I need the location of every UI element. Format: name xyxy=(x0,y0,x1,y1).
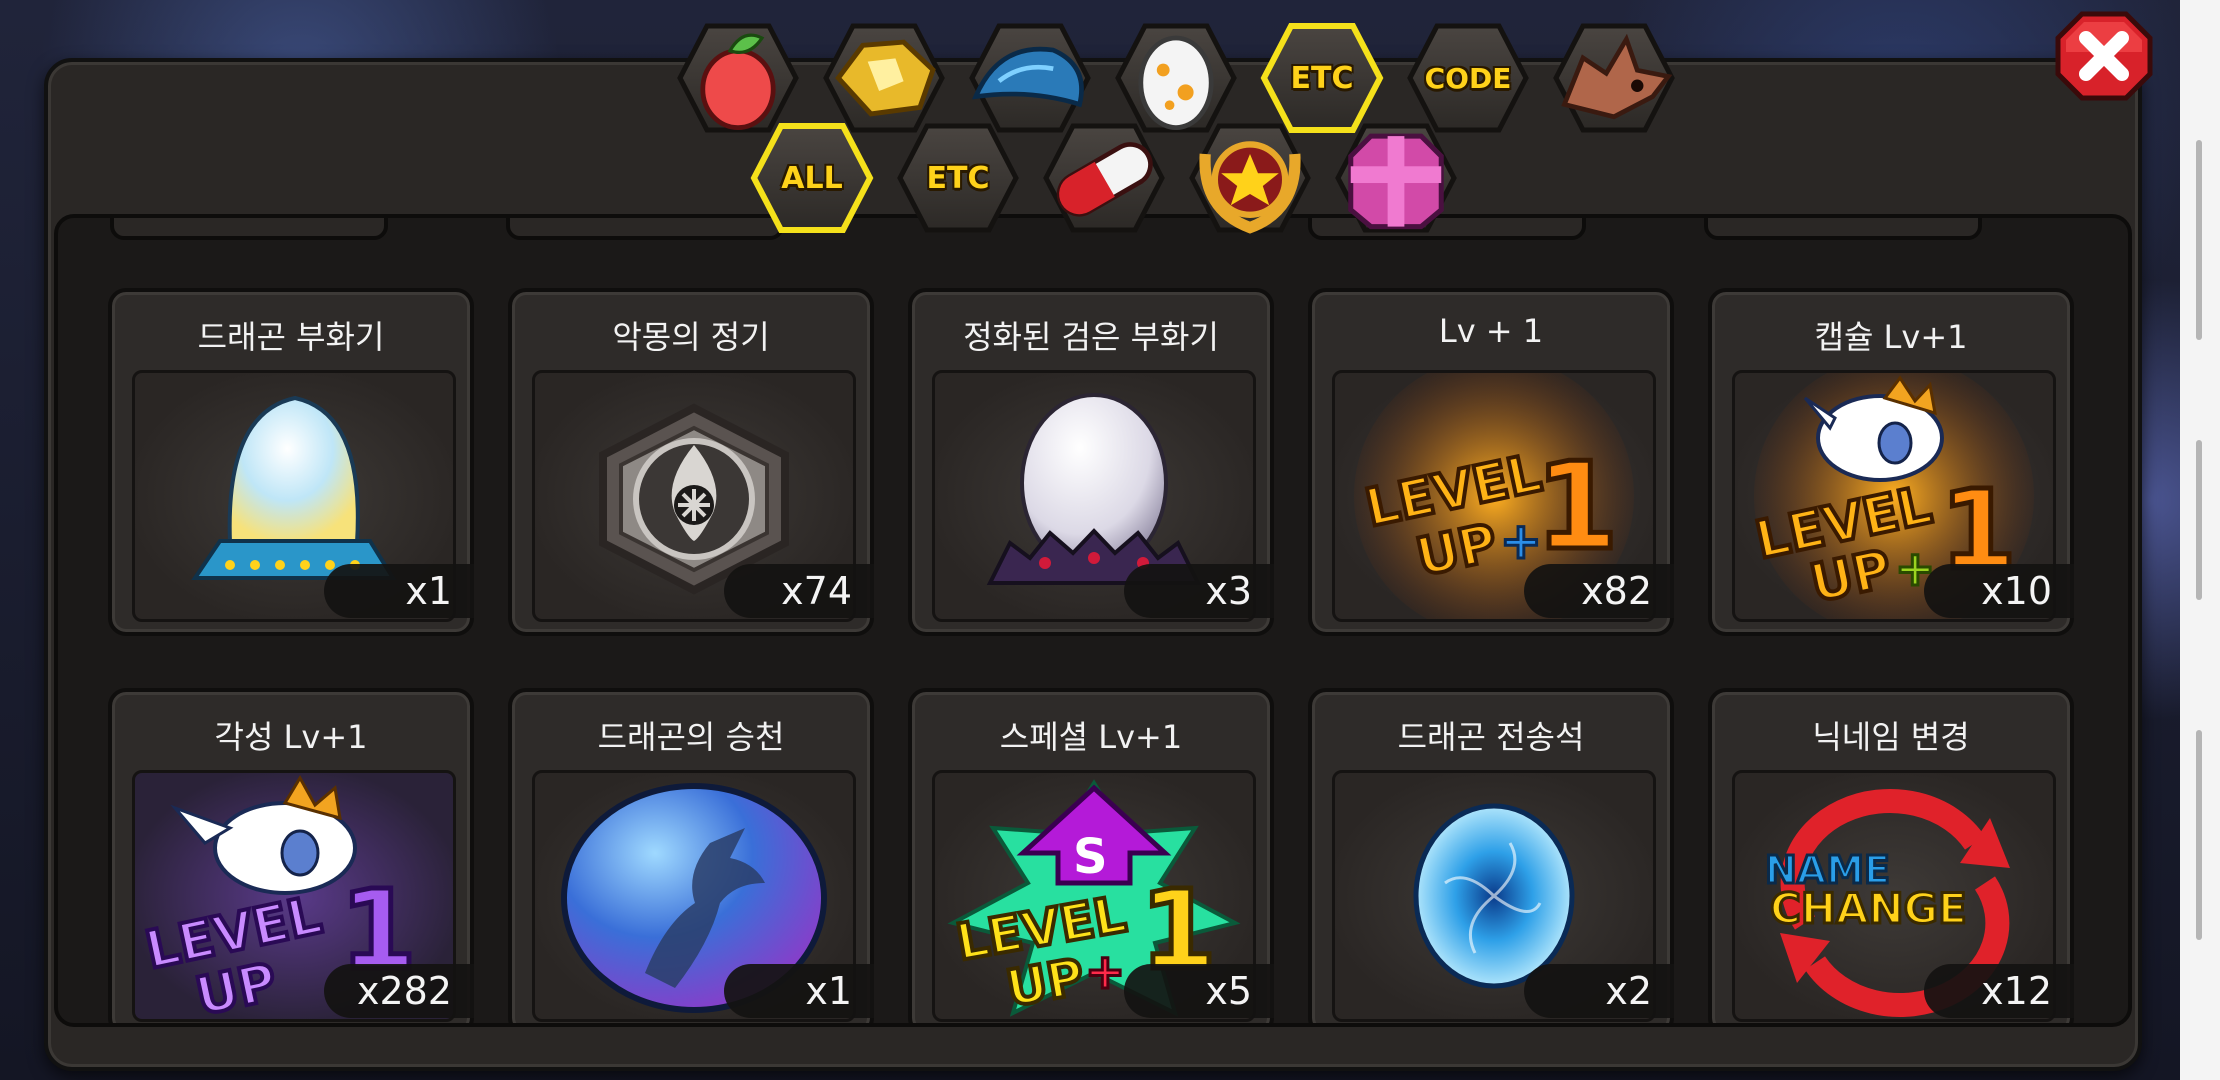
item-title: 캡슐 Lv+1 xyxy=(1814,318,1968,356)
item-card[interactable]: 드래곤 전송석 x2 xyxy=(1308,688,1674,1023)
tab-dragon-head[interactable] xyxy=(1552,22,1676,134)
item-title: 드래곤 전송석 xyxy=(1397,718,1585,756)
item-art-change-text: CHANGE xyxy=(1770,884,1967,933)
item-grid[interactable]: 드래곤 부화기 x1 악몽의 정기 x74 정화된 검은 부화기 x3 Lv +… xyxy=(54,214,2132,1027)
tab-label: CODE xyxy=(1424,61,1512,95)
scrollbar-thumb[interactable] xyxy=(2196,730,2202,940)
tab-label: ETC xyxy=(1290,60,1354,96)
tab-code[interactable]: CODE xyxy=(1406,22,1530,134)
item-card[interactable]: 정화된 검은 부화기 x3 xyxy=(908,288,1274,636)
tab-etc-top[interactable]: ETC xyxy=(1260,22,1384,134)
tab-gift-box[interactable] xyxy=(1334,122,1458,234)
item-art-plus-text: + xyxy=(1085,944,1125,1000)
egg-icon xyxy=(1114,22,1238,134)
gift-box-icon xyxy=(1334,122,1458,234)
scrollbar-thumb[interactable] xyxy=(2196,440,2202,600)
fruit-icon xyxy=(676,22,800,134)
tab-dragon-scale[interactable] xyxy=(968,22,1092,134)
item-quantity: x282 xyxy=(324,964,474,1018)
tab-all[interactable]: ALL xyxy=(750,122,874,234)
item-title: 각성 Lv+1 xyxy=(214,718,368,756)
item-quantity: x74 xyxy=(724,564,874,618)
item-card[interactable]: 스페셜 Lv+1 S LEVEL UP + 1 x5 xyxy=(908,688,1274,1023)
item-card[interactable]: 캡슐 Lv+1 LEVEL UP + 1 x10 xyxy=(1708,288,2074,636)
tab-label: ALL xyxy=(781,160,843,196)
previous-row-card xyxy=(506,218,784,240)
item-art-up-text: UP xyxy=(1002,948,1088,1019)
item-quantity: x10 xyxy=(1924,564,2074,618)
item-quantity: x2 xyxy=(1524,964,1674,1018)
tab-capsule[interactable] xyxy=(1042,122,1166,234)
item-title: 정화된 검은 부화기 xyxy=(963,318,1219,356)
item-title: 악몽의 정기 xyxy=(612,318,770,356)
item-quantity: x5 xyxy=(1124,964,1274,1018)
close-button[interactable] xyxy=(2054,8,2154,104)
tab-gold[interactable] xyxy=(822,22,946,134)
blue-scale-icon xyxy=(968,22,1092,134)
item-card[interactable]: 닉네임 변경 NAME CHANGE x12 xyxy=(1708,688,2074,1023)
item-quantity: x3 xyxy=(1124,564,1274,618)
item-card[interactable]: 드래곤의 승천 x1 xyxy=(508,688,874,1023)
tab-label: ETC xyxy=(926,160,990,196)
tab-etc-sub[interactable]: ETC xyxy=(896,122,1020,234)
capsule-pill-icon xyxy=(1042,122,1166,234)
item-title: 드래곤 부화기 xyxy=(197,318,385,356)
previous-row-card xyxy=(110,218,388,240)
item-quantity: x82 xyxy=(1524,564,1674,618)
tab-star-medal[interactable] xyxy=(1188,122,1312,234)
item-art-special-s-text: S xyxy=(1073,829,1108,885)
star-medal-icon xyxy=(1188,122,1312,234)
item-title: Lv + 1 xyxy=(1438,312,1544,350)
tab-egg[interactable] xyxy=(1114,22,1238,134)
item-quantity: x12 xyxy=(1924,964,2074,1018)
close-icon xyxy=(2055,11,2153,101)
item-title: 닉네임 변경 xyxy=(1812,718,1970,756)
item-card[interactable]: 각성 Lv+1 LEVEL UP 1 x282 xyxy=(108,688,474,1023)
item-title: 스페셜 Lv+1 xyxy=(999,718,1183,756)
dragon-head-icon xyxy=(1552,22,1676,134)
previous-row-card xyxy=(1704,218,1982,240)
scrollbar-thumb[interactable] xyxy=(2196,140,2202,340)
item-card[interactable]: Lv + 1 LEVEL UP + 1 x82 xyxy=(1308,288,1674,636)
item-card[interactable]: 악몽의 정기 x74 xyxy=(508,288,874,636)
item-art-one-text: 1 xyxy=(1535,438,1619,577)
item-title: 드래곤의 승천 xyxy=(597,718,785,756)
tab-fruit[interactable] xyxy=(676,22,800,134)
item-quantity: x1 xyxy=(324,564,474,618)
item-quantity: x1 xyxy=(724,964,874,1018)
item-card[interactable]: 드래곤 부화기 x1 xyxy=(108,288,474,636)
gold-nugget-icon xyxy=(822,22,946,134)
